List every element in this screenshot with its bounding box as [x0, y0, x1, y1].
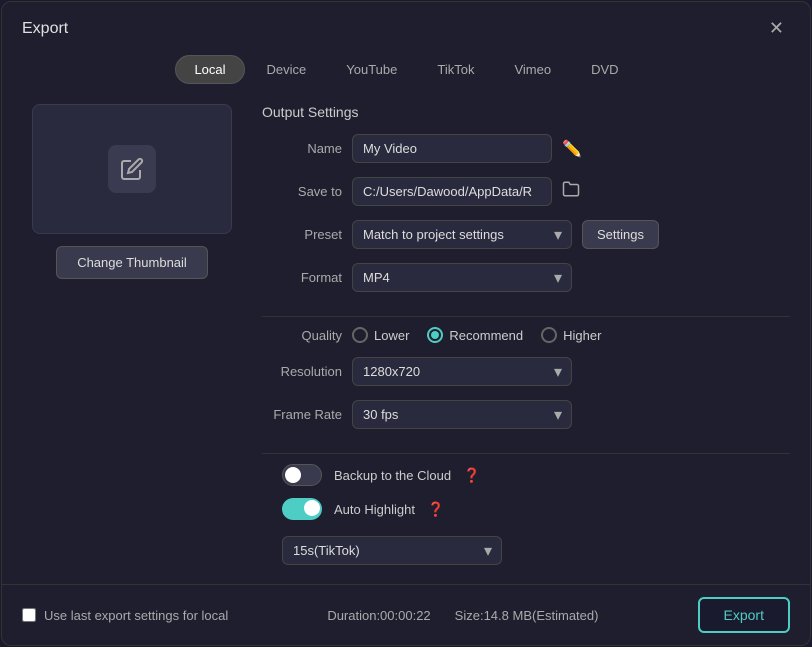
quality-label: Quality: [262, 328, 342, 343]
use-last-settings-label: Use last export settings for local: [44, 608, 228, 623]
main-content: Change Thumbnail Output Settings Name ✏️…: [2, 94, 810, 584]
name-row: Name ✏️: [262, 134, 790, 163]
thumbnail-preview: [32, 104, 232, 234]
close-button[interactable]: ✕: [763, 16, 790, 41]
preset-select[interactable]: Match to project settings: [352, 220, 572, 249]
tab-device[interactable]: Device: [249, 55, 325, 84]
radio-higher: [541, 327, 557, 343]
auto-highlight-help-icon[interactable]: ❓: [427, 501, 444, 518]
preset-label: Preset: [262, 227, 342, 242]
tab-youtube[interactable]: YouTube: [328, 55, 415, 84]
format-row: Format MP4: [262, 263, 790, 292]
backup-label: Backup to the Cloud: [334, 468, 451, 483]
tab-local[interactable]: Local: [175, 55, 244, 84]
frame-rate-row: Frame Rate 30 fps: [262, 400, 790, 429]
footer: Use last export settings for local Durat…: [2, 584, 810, 645]
export-button[interactable]: Export: [698, 597, 790, 633]
dialog-title: Export: [22, 20, 68, 38]
auto-highlight-label: Auto Highlight: [334, 502, 415, 517]
quality-higher[interactable]: Higher: [541, 327, 601, 343]
backup-row: Backup to the Cloud ❓: [262, 464, 790, 486]
save-to-row: Save to: [262, 177, 790, 206]
section-title: Output Settings: [262, 104, 790, 120]
quality-row: Quality Lower Recommend Higher: [262, 327, 790, 343]
resolution-label: Resolution: [262, 364, 342, 379]
export-dialog: Export ✕ Local Device YouTube TikTok Vim…: [1, 1, 811, 646]
thumbnail-edit-icon: [108, 145, 156, 193]
quality-lower[interactable]: Lower: [352, 327, 409, 343]
title-bar: Export ✕: [2, 2, 810, 51]
divider-2: [262, 453, 790, 454]
tab-dvd[interactable]: DVD: [573, 55, 636, 84]
resolution-select[interactable]: 1280x720: [352, 357, 572, 386]
name-input[interactable]: [352, 134, 552, 163]
tab-tiktok[interactable]: TikTok: [419, 55, 492, 84]
quality-higher-label: Higher: [563, 328, 601, 343]
tabs-row: Local Device YouTube TikTok Vimeo DVD: [2, 51, 810, 94]
footer-center: Duration:00:00:22 Size:14.8 MB(Estimated…: [327, 608, 598, 623]
frame-rate-label: Frame Rate: [262, 407, 342, 422]
auto-highlight-row: Auto Highlight ❓: [262, 498, 790, 520]
folder-icon[interactable]: [562, 180, 580, 203]
auto-highlight-toggle[interactable]: [282, 498, 322, 520]
resolution-row: Resolution 1280x720: [262, 357, 790, 386]
preset-row: Preset Match to project settings Setting…: [262, 220, 790, 249]
quality-recommend[interactable]: Recommend: [427, 327, 523, 343]
format-select[interactable]: MP4: [352, 263, 572, 292]
right-panel: Output Settings Name ✏️ Save to Preset: [262, 104, 790, 574]
quality-lower-label: Lower: [374, 328, 409, 343]
left-panel: Change Thumbnail: [22, 104, 242, 574]
radio-lower: [352, 327, 368, 343]
use-last-settings-checkbox[interactable]: [22, 608, 36, 622]
settings-button[interactable]: Settings: [582, 220, 659, 249]
quality-radio-group: Lower Recommend Higher: [352, 327, 601, 343]
auto-highlight-thumb: [304, 500, 320, 516]
frame-rate-select[interactable]: 30 fps: [352, 400, 572, 429]
save-path-input[interactable]: [352, 177, 552, 206]
format-label: Format: [262, 270, 342, 285]
backup-toggle[interactable]: [282, 464, 322, 486]
footer-left: Use last export settings for local: [22, 608, 228, 623]
quality-recommend-label: Recommend: [449, 328, 523, 343]
duration-label: Duration:00:00:22: [327, 608, 430, 623]
change-thumbnail-button[interactable]: Change Thumbnail: [56, 246, 208, 279]
backup-help-icon[interactable]: ❓: [463, 467, 480, 484]
ai-icon[interactable]: ✏️: [562, 139, 582, 159]
backup-toggle-thumb: [285, 467, 301, 483]
tab-vimeo[interactable]: Vimeo: [496, 55, 569, 84]
radio-recommend: [427, 327, 443, 343]
name-label: Name: [262, 141, 342, 156]
highlight-duration-select[interactable]: 15s(TikTok): [282, 536, 502, 565]
divider-1: [262, 316, 790, 317]
save-to-label: Save to: [262, 184, 342, 199]
size-label: Size:14.8 MB(Estimated): [455, 608, 599, 623]
